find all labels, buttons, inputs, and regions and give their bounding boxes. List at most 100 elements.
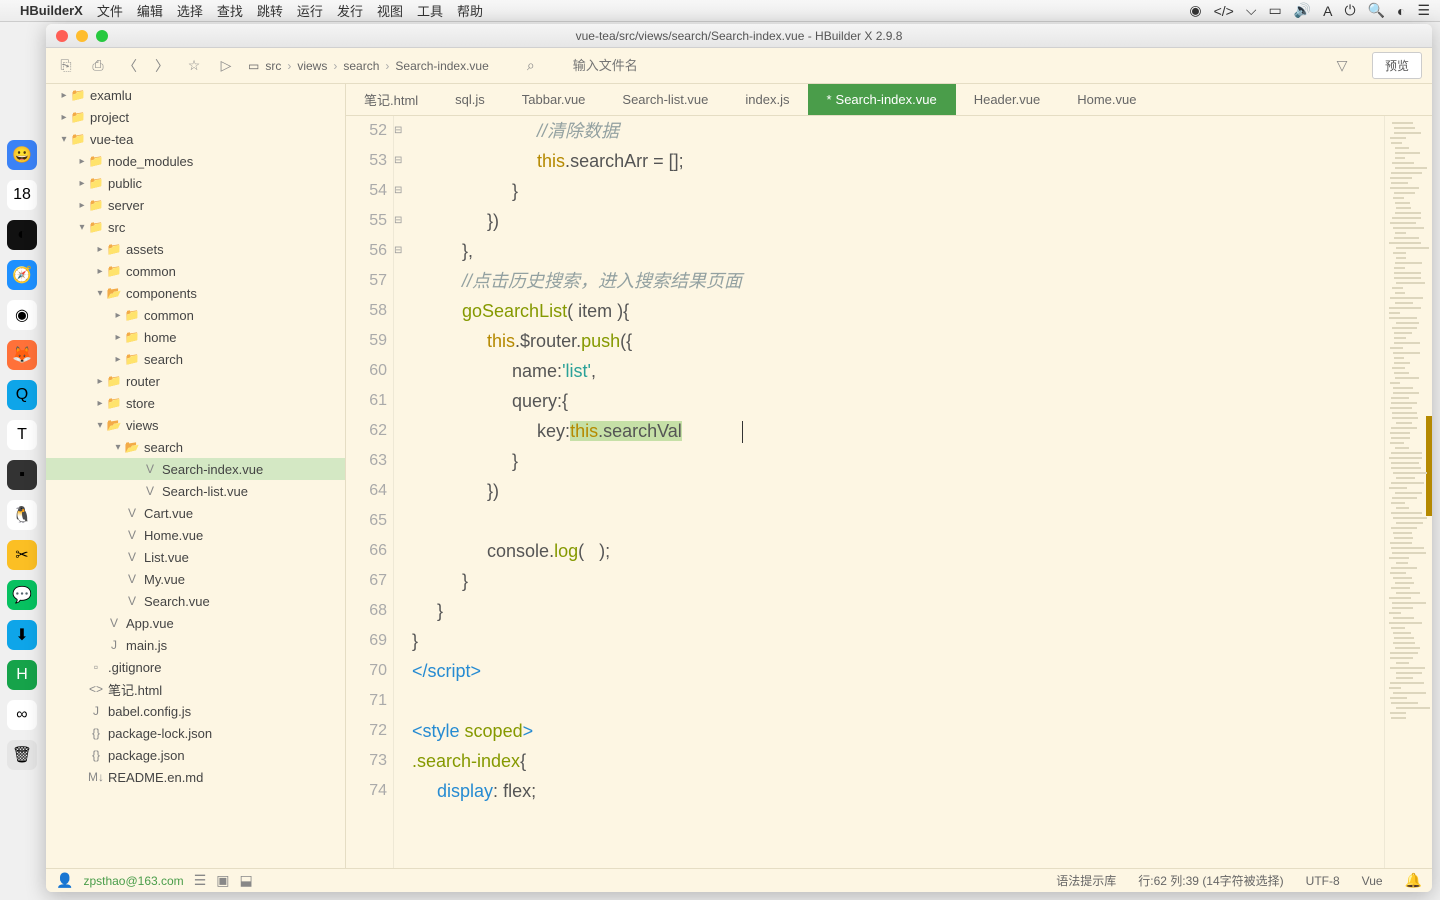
tree-item-Home.vue[interactable]: VHome.vue — [46, 524, 345, 546]
menu-run[interactable]: 运行 — [297, 1, 323, 20]
tree-item-views[interactable]: ▾📂views — [46, 414, 345, 436]
tree-item-Search-index.vue[interactable]: VSearch-index.vue — [46, 458, 345, 480]
quick-open-icon[interactable]: ⌕ — [521, 56, 541, 76]
tree-item-Search-list.vue[interactable]: VSearch-list.vue — [46, 480, 345, 502]
tab-Search-index.vue[interactable]: *Search-index.vue — [808, 84, 955, 115]
status-language[interactable]: Vue — [1362, 874, 1383, 888]
dock-finder[interactable]: 😀 — [7, 140, 37, 170]
tree-item-examlu[interactable]: ▸📁examlu — [46, 84, 345, 106]
tree-item-src[interactable]: ▾📁src — [46, 216, 345, 238]
tree-item-server[interactable]: ▸📁server — [46, 194, 345, 216]
tree-item-babel.config.js[interactable]: Jbabel.config.js — [46, 700, 345, 722]
search-icon[interactable]: 🔍 — [1368, 2, 1385, 19]
wifi-icon[interactable]: ⌵ — [1246, 2, 1257, 19]
dock-terminal[interactable]: ▪ — [7, 460, 37, 490]
tree-item-search[interactable]: ▸📁search — [46, 348, 345, 370]
menu-find[interactable]: 查找 — [217, 1, 243, 20]
nav-forward-icon[interactable]: 〉 — [152, 56, 172, 76]
dock-trash[interactable]: 🗑 — [7, 740, 37, 770]
tree-item-笔记.html[interactable]: <>笔记.html — [46, 678, 345, 700]
code-editor[interactable]: //清除数据 this.searchArr = []; } }) }, //点击… — [408, 116, 1384, 868]
filter-icon[interactable]: ▽ — [1332, 56, 1352, 76]
nav-back-icon[interactable]: 〈 — [120, 56, 140, 76]
breadcrumb-3[interactable]: Search-index.vue — [395, 59, 488, 73]
tab-Search-list.vue[interactable]: Search-list.vue — [604, 84, 727, 115]
tree-item-store[interactable]: ▸📁store — [46, 392, 345, 414]
window-titlebar[interactable]: vue-tea/src/views/search/Search-index.vu… — [46, 24, 1432, 48]
dock-app4[interactable]: ⬇ — [7, 620, 37, 650]
tab-sql.js[interactable]: sql.js — [437, 84, 504, 115]
tab-笔记.html[interactable]: 笔记.html — [346, 84, 437, 115]
tree-item-common[interactable]: ▸📁common — [46, 304, 345, 326]
dock-safari[interactable]: 🧭 — [7, 260, 37, 290]
dock-app5[interactable]: ∞ — [7, 700, 37, 730]
file-search-input[interactable] — [569, 54, 1320, 77]
tree-item-components[interactable]: ▾📂components — [46, 282, 345, 304]
tree-item-common[interactable]: ▸📁common — [46, 260, 345, 282]
dock-text[interactable]: T — [7, 420, 37, 450]
preview-button[interactable]: 预览 — [1372, 52, 1422, 79]
menu-view[interactable]: 视图 — [377, 1, 403, 20]
menu-select[interactable]: 选择 — [177, 1, 203, 20]
dock-app1[interactable]: ◐ — [7, 220, 37, 250]
tree-item-public[interactable]: ▸📁public — [46, 172, 345, 194]
bell-icon[interactable]: 🔔 — [1405, 872, 1422, 889]
record-icon[interactable]: ◉ — [1189, 2, 1201, 19]
maximize-button[interactable] — [96, 30, 108, 42]
dock-calendar[interactable]: 18 — [7, 180, 37, 210]
tree-item-assets[interactable]: ▸📁assets — [46, 238, 345, 260]
dock-app3[interactable]: ✂ — [7, 540, 37, 570]
save-all-icon[interactable]: ⎘ — [56, 56, 76, 76]
user-icon[interactable]: 👤 — [56, 872, 73, 889]
tree-item-package-lock.json[interactable]: {}package-lock.json — [46, 722, 345, 744]
battery-icon[interactable]: ▭ — [1268, 2, 1281, 19]
file-explorer[interactable]: ▸📁examlu▸📁project▾📁vue-tea▸📁node_modules… — [46, 84, 346, 868]
tree-item-vue-tea[interactable]: ▾📁vue-tea — [46, 128, 345, 150]
dock-firefox[interactable]: 🦊 — [7, 340, 37, 370]
tree-item-List.vue[interactable]: VList.vue — [46, 546, 345, 568]
code-icon[interactable]: </> — [1214, 3, 1234, 19]
dock-chrome[interactable]: ◉ — [7, 300, 37, 330]
status-position[interactable]: 行:62 列:39 (14字符被选择) — [1138, 872, 1283, 889]
dock-qq[interactable]: 🐧 — [7, 500, 37, 530]
volume-icon[interactable]: 🔊 — [1294, 2, 1311, 19]
tab-Home.vue[interactable]: Home.vue — [1059, 84, 1155, 115]
menu-help[interactable]: 帮助 — [457, 1, 483, 20]
list-icon[interactable]: ☰ — [194, 872, 207, 889]
tree-item-main.js[interactable]: Jmain.js — [46, 634, 345, 656]
status-email[interactable]: zpsthao@163.com — [83, 874, 183, 888]
control-center-icon[interactable]: ☰ — [1417, 2, 1430, 19]
dock-hbuilder[interactable]: H — [7, 660, 37, 690]
menu-goto[interactable]: 跳转 — [257, 1, 283, 20]
tree-item-My.vue[interactable]: VMy.vue — [46, 568, 345, 590]
tree-item-node_modules[interactable]: ▸📁node_modules — [46, 150, 345, 172]
tree-item-Search.vue[interactable]: VSearch.vue — [46, 590, 345, 612]
tab-index.js[interactable]: index.js — [727, 84, 808, 115]
clock-icon[interactable]: ⏻ — [1344, 2, 1355, 19]
input-icon[interactable]: A — [1323, 3, 1332, 19]
tree-item-Cart.vue[interactable]: VCart.vue — [46, 502, 345, 524]
tree-item-.gitignore[interactable]: ▫.gitignore — [46, 656, 345, 678]
star-icon[interactable]: ☆ — [184, 56, 204, 76]
menu-file[interactable]: 文件 — [97, 1, 123, 20]
terminal-icon[interactable]: ▣ — [216, 872, 229, 889]
menu-tool[interactable]: 工具 — [417, 1, 443, 20]
dock-wechat[interactable]: 💬 — [7, 580, 37, 610]
tab-Header.vue[interactable]: Header.vue — [956, 84, 1060, 115]
tree-item-home[interactable]: ▸📁home — [46, 326, 345, 348]
dock-app2[interactable]: Q — [7, 380, 37, 410]
tree-item-project[interactable]: ▸📁project — [46, 106, 345, 128]
tree-item-router[interactable]: ▸📁router — [46, 370, 345, 392]
breadcrumb-2[interactable]: search — [343, 59, 379, 73]
save-icon[interactable]: ⎙ — [88, 56, 108, 76]
debug-icon[interactable]: ⬓ — [239, 872, 252, 889]
siri-icon[interactable]: ◐ — [1397, 3, 1405, 19]
tree-item-search[interactable]: ▾📂search — [46, 436, 345, 458]
status-syntax[interactable]: 语法提示库 — [1056, 872, 1116, 889]
menu-publish[interactable]: 发行 — [337, 1, 363, 20]
app-name[interactable]: HBuilderX — [20, 3, 83, 18]
breadcrumb-1[interactable]: views — [297, 59, 327, 73]
tab-Tabbar.vue[interactable]: Tabbar.vue — [504, 84, 605, 115]
fold-column[interactable]: ⊟⊟⊟⊟⊟ — [394, 116, 408, 868]
minimize-button[interactable] — [76, 30, 88, 42]
